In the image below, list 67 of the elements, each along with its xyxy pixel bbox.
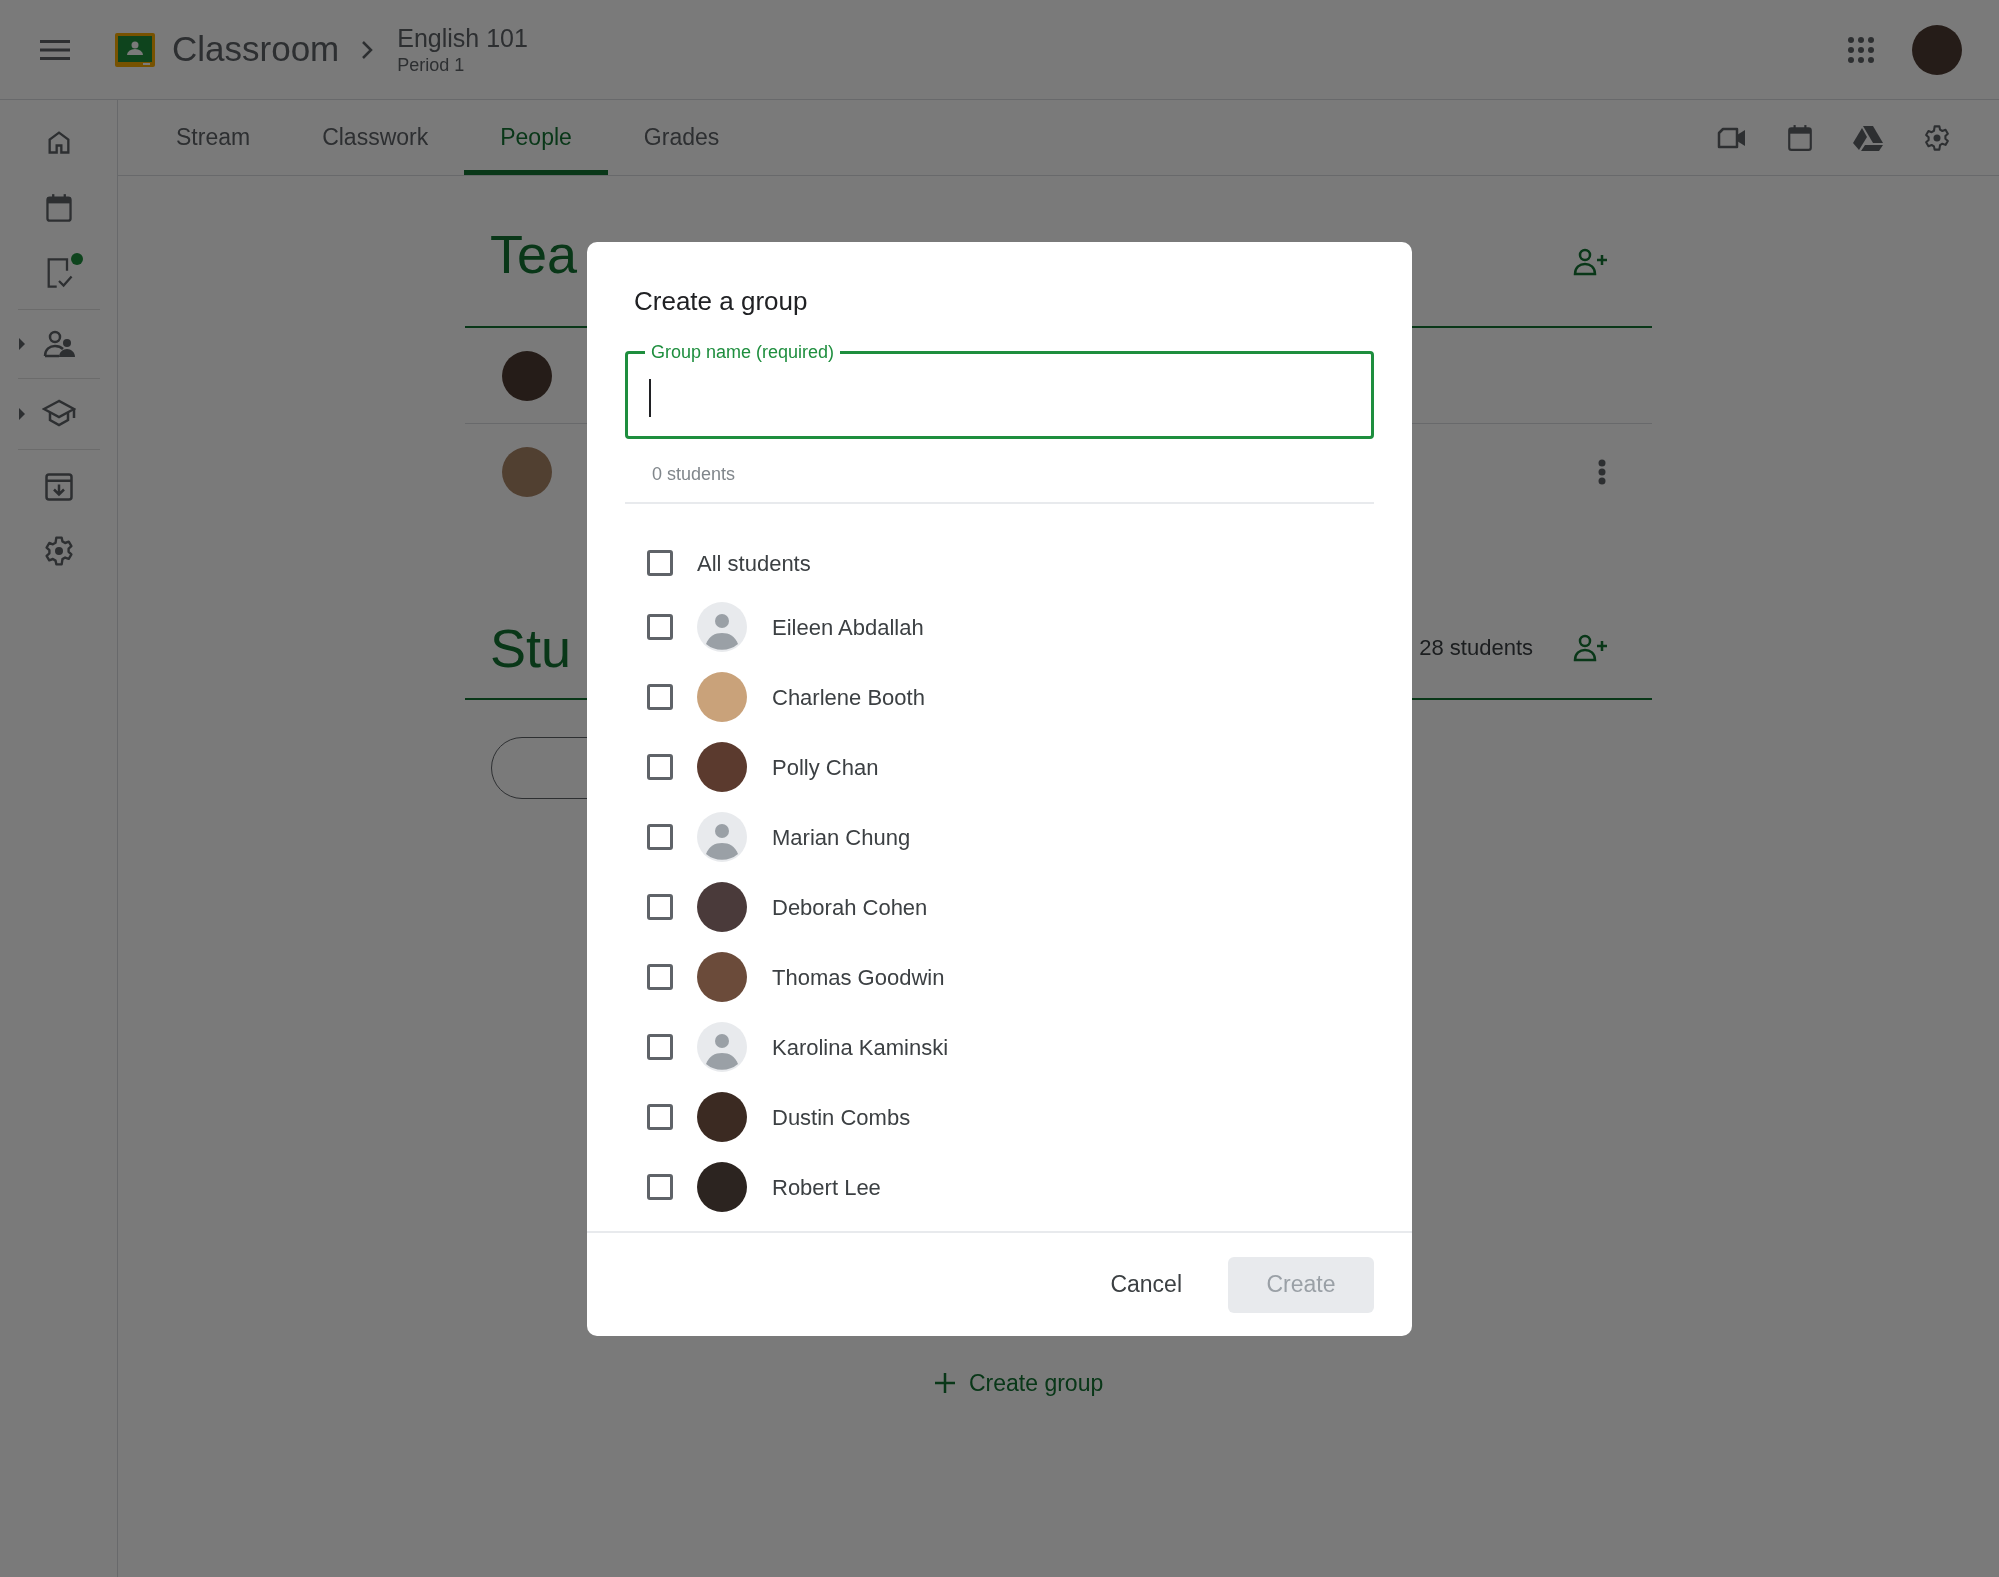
avatar-photo bbox=[697, 1092, 747, 1142]
checkbox[interactable] bbox=[647, 684, 673, 710]
student-name: Polly Chan bbox=[772, 753, 879, 782]
default-avatar-icon bbox=[697, 1022, 747, 1072]
class-name[interactable]: English 101 bbox=[397, 22, 528, 53]
app-name[interactable]: Classroom bbox=[172, 23, 340, 76]
graduation-cap-icon[interactable] bbox=[41, 399, 76, 427]
student-name: Eileen Abdallah bbox=[772, 613, 924, 642]
settings-icon[interactable] bbox=[42, 535, 75, 567]
checkbox[interactable] bbox=[647, 824, 673, 850]
class-section: Period 1 bbox=[397, 52, 528, 77]
checkbox[interactable] bbox=[647, 1174, 673, 1200]
student-name: Thomas Goodwin bbox=[772, 963, 945, 992]
calendar-icon[interactable] bbox=[1787, 123, 1813, 152]
teacher-avatar-photo bbox=[502, 350, 552, 401]
default-avatar-icon bbox=[697, 602, 747, 652]
section-heading: Stu bbox=[490, 618, 572, 678]
apps-grid-icon[interactable] bbox=[1848, 36, 1874, 63]
student-name: Dustin Combs bbox=[772, 1103, 911, 1132]
checkbox[interactable] bbox=[647, 550, 673, 576]
checkbox[interactable] bbox=[647, 614, 673, 640]
dialog-title: Create a group bbox=[634, 286, 808, 316]
avatar-photo bbox=[697, 1162, 747, 1212]
cancel-button[interactable]: Cancel bbox=[1092, 1256, 1200, 1313]
tab[interactable]: People bbox=[464, 100, 608, 175]
add-person-icon[interactable] bbox=[1573, 248, 1609, 276]
student-name: Marian Chung bbox=[772, 823, 911, 852]
tab[interactable]: Grades bbox=[607, 100, 756, 175]
section-heading: Tea bbox=[490, 224, 578, 284]
drive-triangle-icon[interactable] bbox=[1853, 124, 1883, 151]
more-options-icon[interactable] bbox=[1598, 459, 1606, 485]
tab[interactable]: Classwork bbox=[286, 100, 465, 175]
option-label: All students bbox=[697, 549, 811, 578]
text-cursor bbox=[649, 379, 651, 417]
student-count: 28 students bbox=[1419, 634, 1533, 662]
student-name: Deborah Cohen bbox=[772, 893, 928, 922]
calendar-icon[interactable] bbox=[44, 193, 73, 223]
checkbox[interactable] bbox=[647, 964, 673, 990]
tab[interactable]: Stream bbox=[140, 100, 287, 175]
add-person-icon[interactable] bbox=[1573, 633, 1609, 662]
student-name: Karolina Kaminski bbox=[772, 1033, 949, 1062]
student-name: Robert Lee bbox=[772, 1173, 881, 1202]
menu-icon[interactable] bbox=[40, 38, 70, 61]
video-camera-icon[interactable] bbox=[1717, 125, 1747, 150]
field-label: Group name (required) bbox=[650, 341, 836, 363]
avatar-photo bbox=[697, 882, 747, 932]
account-avatar[interactable] bbox=[1912, 24, 1962, 75]
people-icon[interactable] bbox=[42, 330, 75, 358]
avatar-photo bbox=[697, 952, 747, 1002]
default-avatar-icon bbox=[697, 812, 747, 862]
checkbox[interactable] bbox=[647, 1034, 673, 1060]
chevron-right-icon bbox=[361, 39, 374, 60]
caret-icon[interactable] bbox=[17, 408, 26, 420]
plus-icon bbox=[935, 1373, 955, 1394]
checkbox[interactable] bbox=[647, 1104, 673, 1130]
avatar-photo bbox=[697, 672, 747, 722]
archive-icon[interactable] bbox=[43, 472, 74, 502]
student-name: Charlene Booth bbox=[772, 683, 925, 712]
checkbox[interactable] bbox=[647, 754, 673, 780]
checkbox[interactable] bbox=[647, 894, 673, 920]
selected-count: 0 students bbox=[652, 464, 736, 484]
classroom-logo-icon[interactable] bbox=[115, 32, 155, 67]
create-group-link[interactable]: Create group bbox=[935, 1366, 1104, 1401]
caret-icon[interactable] bbox=[17, 338, 26, 350]
avatar-photo bbox=[697, 742, 747, 792]
teacher-avatar-photo bbox=[502, 447, 552, 497]
settings-icon[interactable] bbox=[1923, 123, 1951, 152]
